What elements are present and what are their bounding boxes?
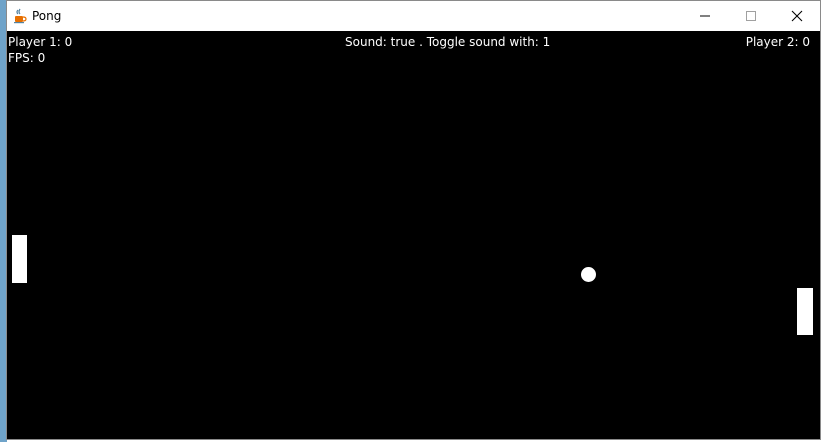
ball bbox=[581, 267, 596, 282]
player2-score: Player 2: 0 bbox=[745, 35, 810, 49]
player1-score: Player 1: 0 bbox=[8, 35, 73, 49]
maximize-button[interactable] bbox=[728, 1, 774, 31]
close-button[interactable] bbox=[774, 1, 820, 31]
left-paddle bbox=[12, 235, 27, 283]
java-cup-icon bbox=[12, 8, 28, 24]
minimize-button[interactable] bbox=[682, 1, 728, 31]
title-bar[interactable]: Pong bbox=[7, 1, 820, 31]
sound-status: Sound: true . Toggle sound with: 1 bbox=[345, 35, 551, 49]
maximize-icon bbox=[745, 7, 757, 26]
game-canvas[interactable]: Player 1: 0 FPS: 0 Sound: true . Toggle … bbox=[7, 31, 820, 439]
close-icon bbox=[791, 7, 803, 26]
pong-window: Pong Player 1: 0 FPS: 0 Sound: true . To… bbox=[6, 0, 821, 440]
minimize-icon bbox=[699, 7, 711, 26]
right-paddle bbox=[797, 288, 813, 335]
window-title: Pong bbox=[32, 9, 62, 23]
fps-counter: FPS: 0 bbox=[8, 51, 46, 65]
